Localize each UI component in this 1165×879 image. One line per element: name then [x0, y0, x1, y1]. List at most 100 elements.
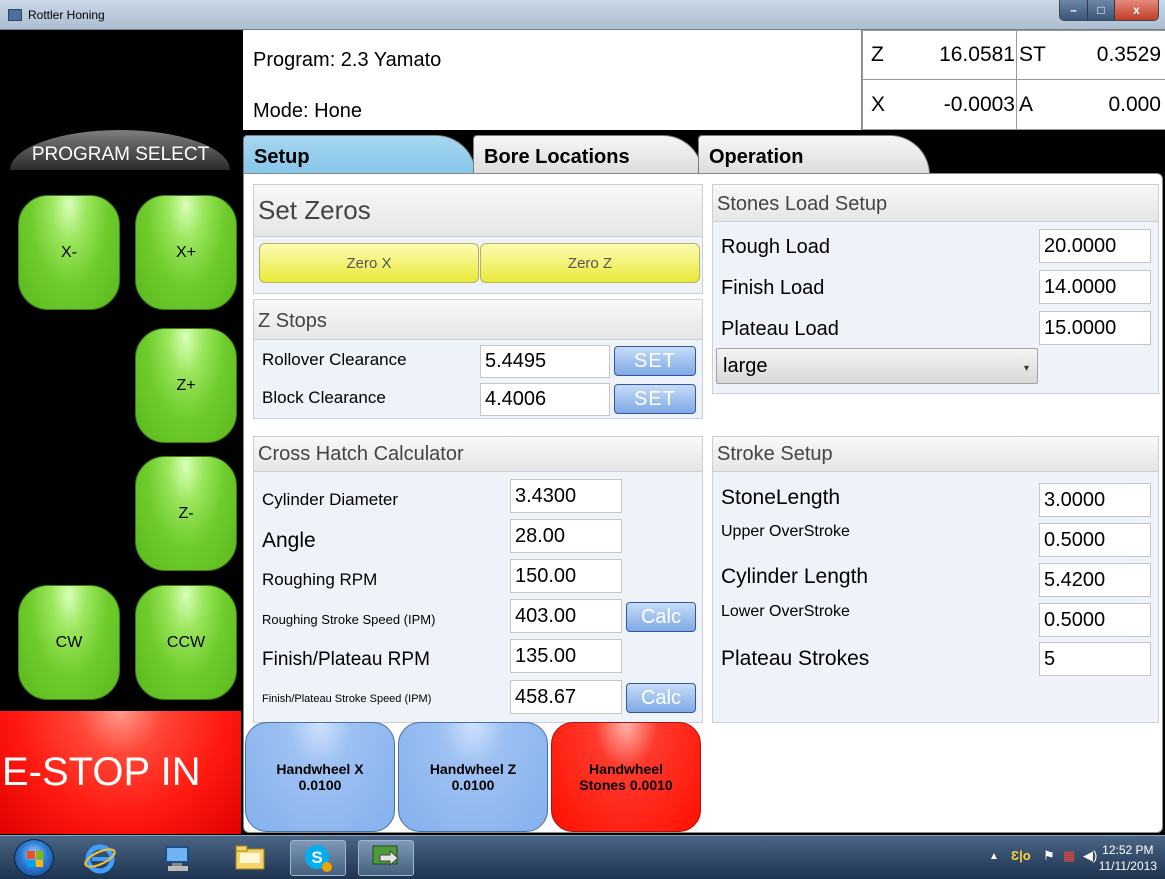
internet-explorer-icon[interactable]: [72, 840, 128, 876]
app-window: Rottler Honing – □ x PROGRAM SELECT X- X…: [0, 0, 1165, 879]
cylinder-length-label: Cylinder Length: [721, 565, 869, 588]
plateau-load-input[interactable]: 15.0000: [1039, 311, 1151, 345]
rough-load-label: Rough Load: [721, 236, 830, 258]
handwheel-z-button[interactable]: Handwheel Z 0.0100: [398, 722, 548, 832]
action-center-flag-icon[interactable]: ⚑: [1043, 848, 1055, 864]
handwheel-x-button[interactable]: Handwheel X 0.0100: [245, 722, 395, 832]
tab-setup[interactable]: Setup: [243, 135, 476, 175]
mode-label: Mode: Hone: [253, 100, 362, 122]
z-minus-button[interactable]: Z-: [135, 456, 237, 571]
finish-plateau-stroke-speed-input[interactable]: 458.67: [510, 680, 622, 714]
stroke-setup-title: Stroke Setup: [713, 437, 1158, 472]
program-select-button[interactable]: PROGRAM SELECT: [0, 130, 241, 190]
file-explorer-icon[interactable]: [222, 840, 278, 876]
ccw-button[interactable]: CCW: [135, 585, 237, 700]
clock-time: 12:52 PM: [1102, 843, 1154, 857]
lower-overstroke-input[interactable]: 0.5000: [1039, 603, 1151, 637]
zero-x-button[interactable]: Zero X: [259, 243, 479, 283]
volume-icon[interactable]: ◀): [1083, 848, 1097, 864]
rollover-clearance-input[interactable]: 5.4495: [480, 345, 610, 378]
finish-load-label: Finish Load: [721, 277, 825, 299]
x-minus-button[interactable]: X-: [18, 195, 120, 310]
maximize-button[interactable]: □: [1087, 0, 1114, 20]
roughing-stroke-speed-label: Roughing Stroke Speed (IPM): [262, 612, 436, 627]
block-clearance-input[interactable]: 4.4006: [480, 383, 610, 416]
stones-load-group: Stones Load Setup Rough Load 20.0000 Fin…: [712, 184, 1159, 394]
show-hidden-icons-icon[interactable]: ▲: [989, 851, 999, 862]
network-icon[interactable]: ▦: [1063, 848, 1075, 864]
upper-overstroke-input[interactable]: 0.5000: [1039, 523, 1151, 557]
block-clearance-label: Block Clearance: [262, 388, 386, 407]
a-value: 0.000: [1108, 93, 1161, 116]
program-select-label: PROGRAM SELECT: [31, 144, 210, 165]
set-zeros-group: Set Zeros Zero X Zero Z: [253, 184, 703, 294]
cylinder-diameter-label: Cylinder Diameter: [262, 490, 399, 509]
plateau-load-label: Plateau Load: [721, 318, 839, 340]
rough-load-input[interactable]: 20.0000: [1039, 229, 1151, 263]
x-value: -0.0003: [943, 93, 1015, 116]
handwheel-x-label: Handwheel X: [276, 761, 364, 777]
rollover-clearance-label: Rollover Clearance: [262, 350, 407, 369]
upper-overstroke-label: Upper OverStroke: [721, 523, 850, 540]
set-zeros-title: Set Zeros: [254, 185, 702, 237]
stone-size-value: large: [723, 354, 768, 377]
zero-z-button[interactable]: Zero Z: [480, 243, 700, 283]
roughing-stroke-speed-input[interactable]: 403.00: [510, 599, 622, 633]
window-title: Rottler Honing: [28, 8, 105, 22]
finish-plateau-rpm-label: Finish/Plateau RPM: [262, 649, 430, 670]
app-icon: [8, 9, 22, 21]
block-set-button[interactable]: SET: [614, 384, 696, 414]
z-stops-group: Z Stops Rollover Clearance 5.4495 SET Bl…: [253, 299, 703, 419]
cross-hatch-title: Cross Hatch Calculator: [254, 437, 702, 472]
cylinder-diameter-input[interactable]: 3.4300: [510, 479, 622, 513]
stone-length-input[interactable]: 3.0000: [1039, 483, 1151, 517]
rollover-set-button[interactable]: SET: [614, 346, 696, 376]
z-plus-button[interactable]: Z+: [135, 328, 237, 443]
header: Program: 2.3 Yamato Mode: Hone Z 16.0581…: [243, 30, 1165, 130]
cross-hatch-group: Cross Hatch Calculator Cylinder Diameter…: [253, 436, 703, 723]
angle-input[interactable]: 28.00: [510, 519, 622, 553]
tab-operation[interactable]: Operation: [698, 135, 930, 175]
finish-load-input[interactable]: 14.0000: [1039, 270, 1151, 304]
tab-bar: Setup Bore Locations Operation: [243, 130, 1165, 175]
chevron-down-icon: ▾: [1023, 363, 1029, 374]
minimize-button[interactable]: –: [1060, 0, 1087, 20]
touch-icon[interactable]: Ɛ|o: [1011, 848, 1031, 863]
plateau-strokes-label: Plateau Strokes: [721, 647, 870, 670]
handwheel-stones-label: Handwheel: [589, 761, 663, 777]
roughing-calc-button[interactable]: Calc: [626, 602, 696, 632]
close-button[interactable]: x: [1114, 0, 1158, 20]
plateau-strokes-input[interactable]: 5: [1039, 642, 1151, 676]
start-button[interactable]: [14, 839, 54, 877]
axis-readouts: Z 16.0581 ST 0.3529 X -0.0003 A 0.000: [861, 30, 1165, 130]
program-name: Program: 2.3 Yamato: [253, 49, 442, 71]
clock[interactable]: 12:52 PM 11/11/2013: [1099, 842, 1157, 874]
tab-bore-locations[interactable]: Bore Locations: [473, 135, 703, 175]
app-switch-icon[interactable]: [358, 840, 414, 876]
x-plus-button[interactable]: X+: [135, 195, 237, 310]
remote-desktop-icon[interactable]: [150, 840, 206, 876]
z-stops-title: Z Stops: [254, 300, 702, 340]
stroke-setup-group: Stroke Setup StoneLength 3.0000 Upper Ov…: [712, 436, 1159, 723]
handwheel-stones-button[interactable]: Handwheel Stones 0.0010: [551, 722, 701, 832]
stone-length-label: StoneLength: [721, 486, 841, 509]
handwheel-stones-value: Stones 0.0010: [579, 777, 673, 793]
finish-calc-button[interactable]: Calc: [626, 683, 696, 713]
handwheel-z-value: 0.0100: [451, 777, 495, 793]
taskbar: S ▲ Ɛ|o ⚑ ▦ ◀) 12:52 PM 11/11/2013: [0, 835, 1165, 879]
cylinder-length-input[interactable]: 5.4200: [1039, 563, 1151, 597]
handwheel-x-value: 0.0100: [298, 777, 342, 793]
lower-overstroke-label: Lower OverStroke: [721, 603, 850, 620]
left-control-panel: PROGRAM SELECT X- X+ Z+ Z- CW CCW E-STOP…: [0, 30, 243, 835]
stone-size-dropdown[interactable]: large ▾: [716, 348, 1038, 384]
skype-icon[interactable]: S: [290, 840, 346, 876]
windows-logo-icon: [27, 851, 43, 867]
handwheel-z-label: Handwheel Z: [429, 761, 517, 777]
cw-button[interactable]: CW: [18, 585, 120, 700]
window-controls: – □ x: [1059, 0, 1159, 21]
svg-text:S: S: [311, 848, 322, 867]
z-value: 16.0581: [939, 43, 1015, 66]
estop-button[interactable]: E-STOP IN: [0, 711, 241, 834]
finish-plateau-rpm-input[interactable]: 135.00: [510, 639, 622, 673]
roughing-rpm-input[interactable]: 150.00: [510, 559, 622, 593]
